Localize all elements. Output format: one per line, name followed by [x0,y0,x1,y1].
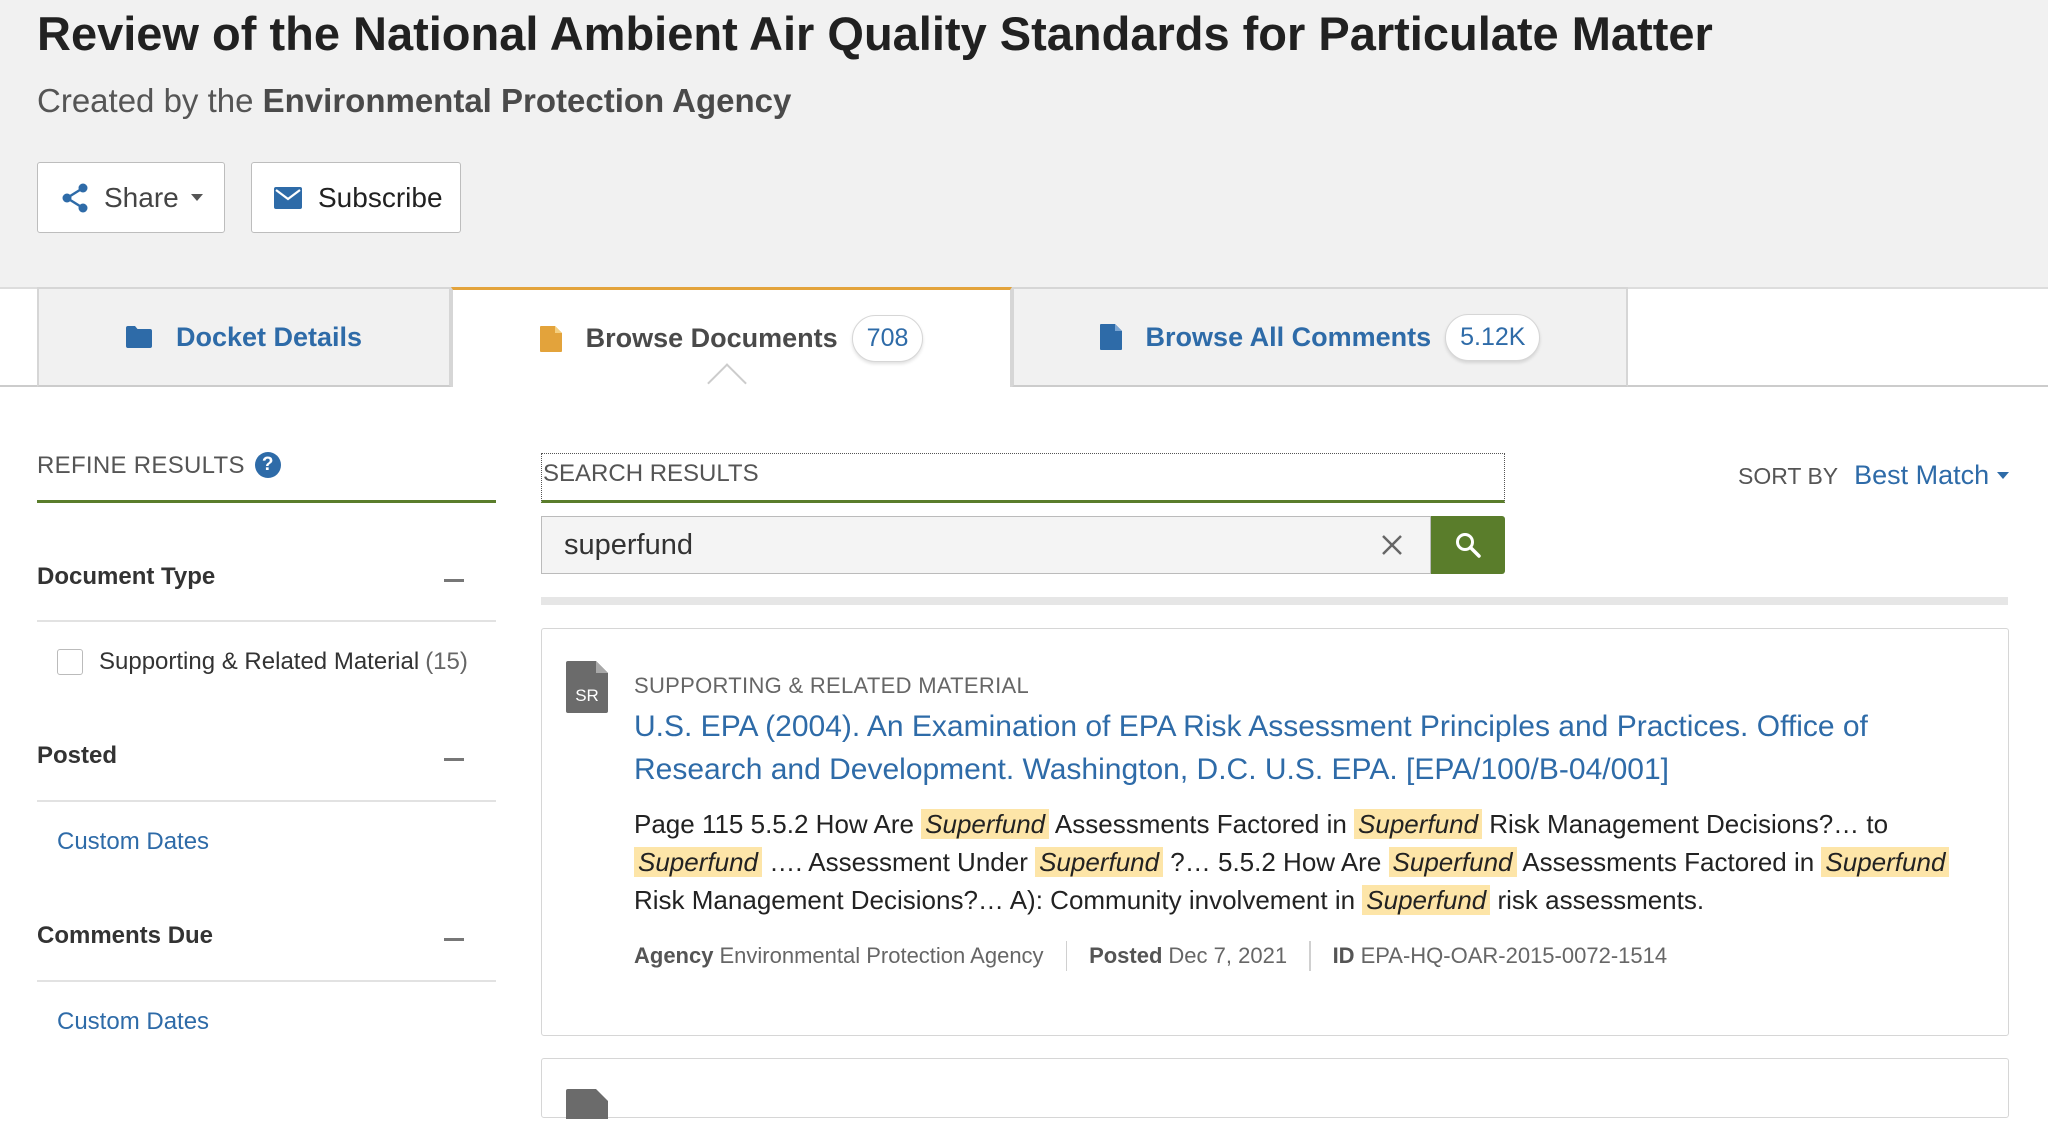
subscribe-button[interactable]: Subscribe [251,162,461,233]
agency-name: Environmental Protection Agency [262,82,792,119]
subscribe-label: Subscribe [318,181,443,213]
search-results-heading: SEARCH RESULTS [541,453,1505,503]
highlight: Superfund [1388,847,1517,877]
snippet-text: Risk Management Decisions?… A): Communit… [634,885,1363,915]
share-button[interactable]: Share [37,162,225,233]
refine-results-heading: REFINE RESULTS ? [37,452,496,503]
results-divider-bar [541,597,2008,605]
document-meta: Agency Environmental Protection Agency P… [634,941,1667,971]
snippet-text: risk assessments. [1490,885,1705,915]
refine-results-title: REFINE RESULTS [37,452,245,479]
meta-id-label: ID [1332,943,1355,968]
posted-custom-dates-link[interactable]: Custom Dates [57,828,209,856]
facet-label: Comments Due [37,922,214,949]
docket-header: Review of the National Ambient Air Quali… [0,0,2048,287]
document-title-link[interactable]: U.S. EPA (2004). An Examination of EPA R… [634,705,1954,791]
sort-value: Best Match [1854,460,1990,490]
tab-docket-details[interactable]: Docket Details [37,287,451,387]
filter-option-label: Supporting & Related Material [99,648,420,675]
filter-supporting-related-material[interactable]: Supporting & Related Material (15) [57,648,468,676]
created-by: Created by the Environmental Protection … [37,82,791,120]
snippet-text: Risk Management Decisions?… to [1482,809,1889,839]
share-label: Share [104,181,179,213]
divider [37,620,496,622]
collapse-icon[interactable] [444,579,464,582]
facet-label: Document Type [37,563,216,590]
page-title: Review of the National Ambient Air Quali… [37,7,1713,60]
highlight: Superfund [634,847,762,877]
snippet-text: …. Assessment Under [761,847,1036,877]
facet-document-type[interactable]: Document Type [37,563,496,599]
snippet-text: Page 115 5.5.2 How Are [634,809,922,839]
snippet-text: Assessments Factored in [1516,847,1822,877]
share-icon [60,182,90,214]
document-snippet: Page 115 5.5.2 How Are Superfund Assessm… [634,805,1964,919]
snippet-text: ?… 5.5.2 How Are [1163,847,1389,877]
document-type: SUPPORTING & RELATED MATERIAL [634,673,1029,698]
created-by-prefix: Created by the [37,82,254,119]
collapse-icon[interactable] [444,938,464,941]
facet-label: Posted [37,742,118,769]
collapse-icon[interactable] [444,758,464,761]
supporting-material-doc-icon: SR [566,661,608,718]
highlight: Superfund [1362,885,1491,915]
meta-posted-label: Posted [1089,943,1163,968]
sort-label: SORT BY [1738,463,1839,489]
sort-dropdown[interactable]: Best Match [1854,460,2010,491]
search-icon [1454,531,1482,559]
highlight: Superfund [1821,847,1950,877]
facet-comments-due[interactable]: Comments Due [37,922,496,958]
comments-count-badge: 5.12K [1445,313,1541,361]
divider [37,980,496,982]
highlight: Superfund [1035,847,1164,877]
filter-option-count: (15) [425,648,468,675]
search-button[interactable] [1431,516,1505,574]
meta-posted: Dec 7, 2021 [1168,943,1288,968]
folder-icon [125,326,152,348]
help-icon[interactable]: ? [254,452,281,478]
chevron-down-icon [190,194,203,201]
checkbox[interactable] [57,649,83,675]
meta-agency: Environmental Protection Agency [719,943,1044,968]
tab-browse-all-comments[interactable]: Browse All Comments 5.12K [1012,287,1628,387]
result-card [541,1058,2009,1119]
divider [37,800,496,802]
meta-agency-label: Agency [634,943,714,968]
highlight: Superfund [921,809,1050,839]
comments-due-custom-dates-link[interactable]: Custom Dates [57,1008,209,1036]
envelope-icon [274,186,302,209]
meta-id: EPA-HQ-OAR-2015-0072-1514 [1360,943,1668,968]
result-card: SR SUPPORTING & RELATED MATERIAL U.S. EP… [541,628,2009,1036]
tab-label: Docket Details [175,321,363,352]
comment-document-icon [1099,324,1122,350]
document-icon [566,1089,608,1124]
highlight: Superfund [1354,809,1483,839]
meta-separator [1065,941,1068,971]
doc-icon-label: SR [575,686,599,705]
meta-separator [1309,941,1311,971]
documents-count-badge: 708 [851,315,924,362]
tab-label: Browse Documents [585,323,838,353]
facet-posted[interactable]: Posted [37,742,496,778]
snippet-text: Assessments Factored in [1049,809,1355,839]
sort-control: SORT BY Best Match [1738,460,2010,491]
search-input[interactable] [541,516,1431,574]
tab-label: Browse All Comments [1145,321,1432,352]
document-icon [539,325,562,352]
clear-search-icon[interactable] [1375,528,1409,562]
chevron-down-icon [1997,472,2010,479]
